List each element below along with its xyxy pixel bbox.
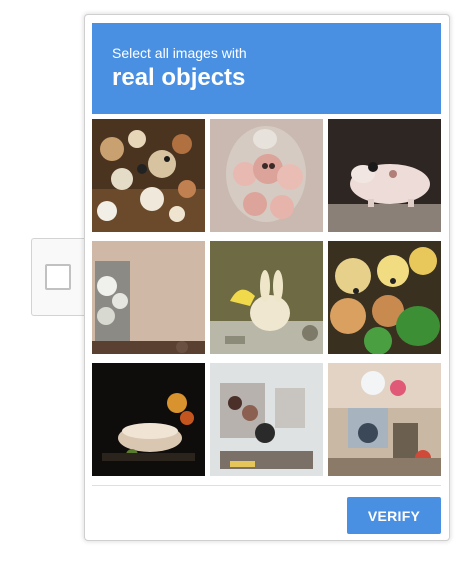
captcha-challenge: Select all images with real objects VERI… bbox=[84, 14, 450, 541]
tile-image bbox=[328, 241, 441, 354]
challenge-target: real objects bbox=[112, 64, 246, 91]
challenge-header: Select all images with real objects bbox=[92, 23, 441, 114]
image-tile[interactable] bbox=[328, 363, 441, 476]
image-tile[interactable] bbox=[328, 119, 441, 232]
tile-image bbox=[92, 241, 205, 354]
challenge-instruction: Select all images with bbox=[112, 45, 247, 61]
tile-image bbox=[210, 241, 323, 354]
image-tile[interactable] bbox=[210, 241, 323, 354]
tile-image bbox=[210, 363, 323, 476]
image-grid bbox=[92, 119, 442, 477]
image-tile[interactable] bbox=[328, 241, 441, 354]
tile-image bbox=[210, 119, 323, 232]
image-tile[interactable] bbox=[210, 363, 323, 476]
recaptcha-checkbox[interactable] bbox=[45, 264, 71, 290]
image-tile[interactable] bbox=[92, 363, 205, 476]
tile-image bbox=[328, 363, 441, 476]
tile-image bbox=[328, 119, 441, 232]
image-tile[interactable] bbox=[92, 241, 205, 354]
recaptcha-anchor bbox=[31, 238, 91, 316]
image-tile[interactable] bbox=[210, 119, 323, 232]
image-tile[interactable] bbox=[92, 119, 205, 232]
footer-divider bbox=[92, 485, 441, 486]
tile-image bbox=[92, 119, 205, 232]
verify-button[interactable]: VERIFY bbox=[347, 497, 441, 534]
tile-image bbox=[92, 363, 205, 476]
